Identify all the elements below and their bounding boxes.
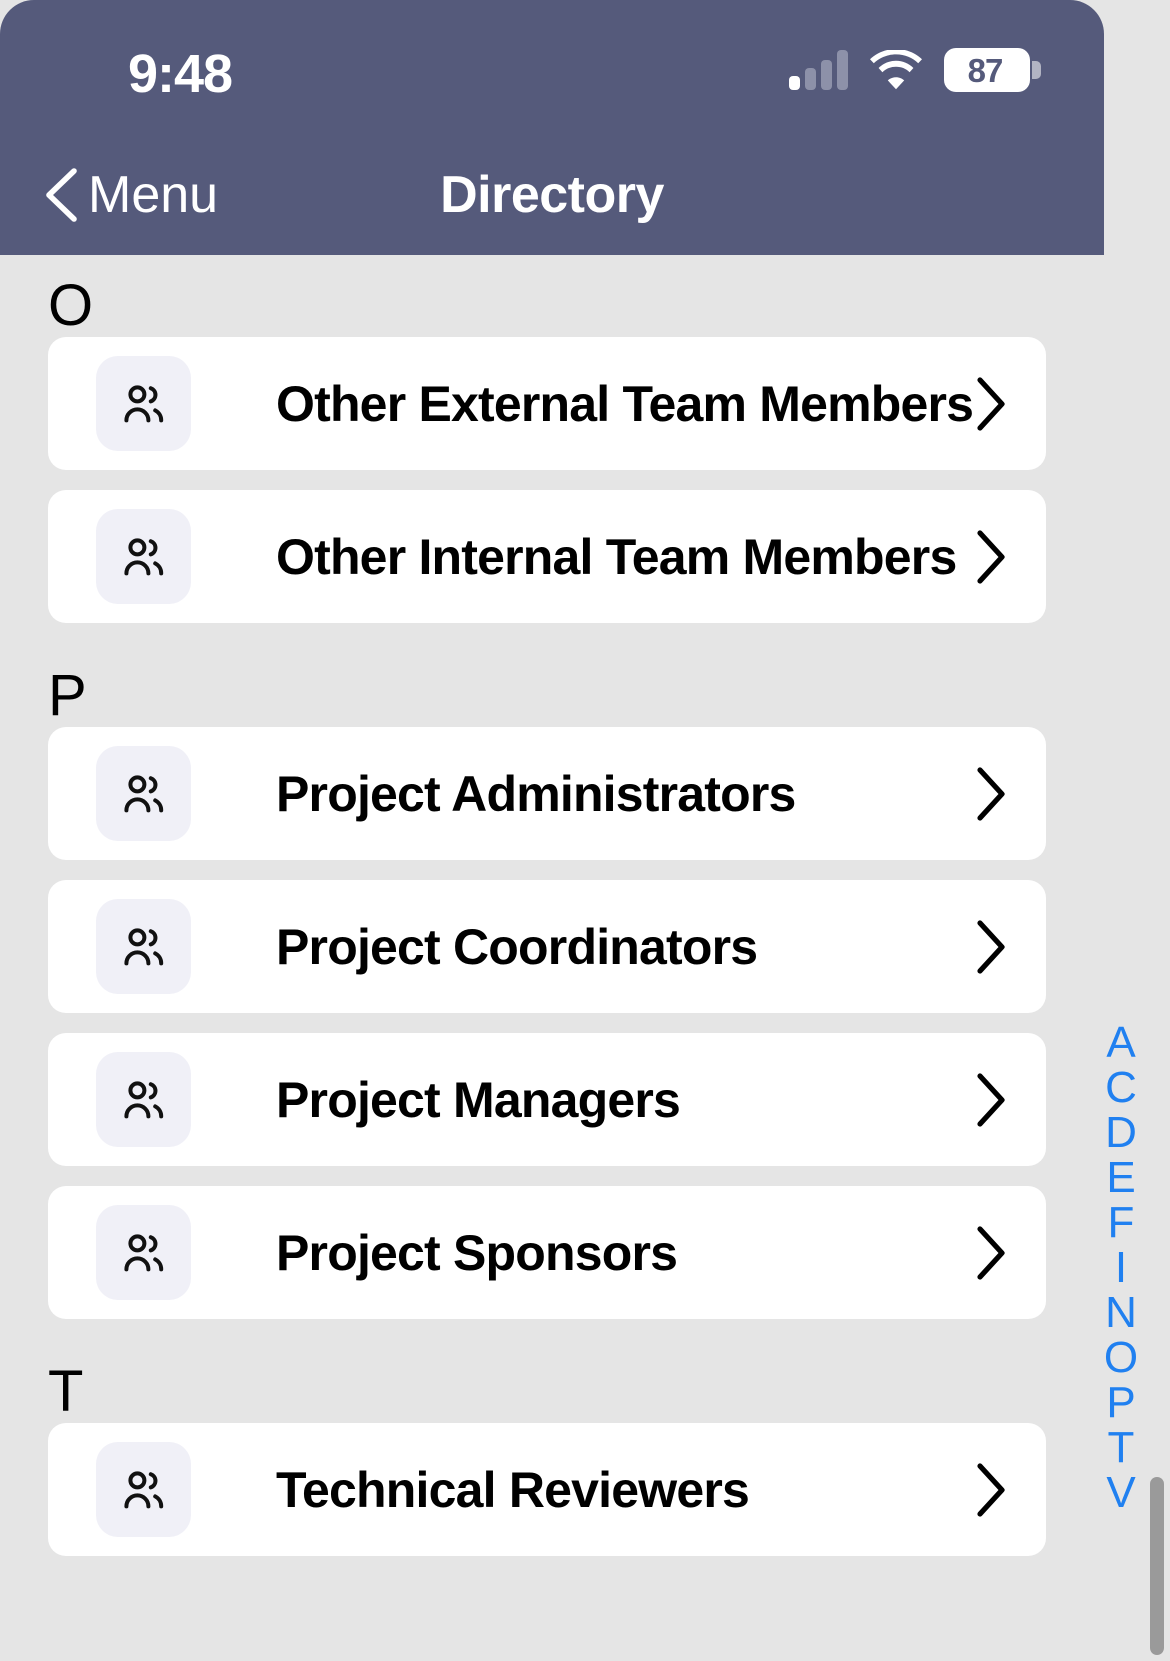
- directory-list-item-label: Project Administrators: [276, 765, 796, 822]
- section-header-t: T: [48, 1359, 84, 1424]
- alphabet-index-letter-o[interactable]: O: [1104, 1335, 1138, 1380]
- alphabet-index-letter-t[interactable]: T: [1108, 1425, 1135, 1470]
- directory-list-item[interactable]: Other External Team Members: [48, 337, 1046, 470]
- alphabet-index-letter-c[interactable]: C: [1105, 1065, 1137, 1110]
- users-icon: [96, 746, 191, 841]
- alphabet-index-letter-e[interactable]: E: [1106, 1155, 1135, 1200]
- users-icon: [96, 1442, 191, 1537]
- users-icon: [96, 1205, 191, 1300]
- alphabet-index-letter-v[interactable]: V: [1106, 1470, 1135, 1515]
- battery-icon: 87: [944, 48, 1041, 92]
- vertical-scrollbar-thumb[interactable]: [1150, 1477, 1164, 1655]
- directory-list-item-label: Project Coordinators: [276, 918, 758, 975]
- users-icon: [96, 1052, 191, 1147]
- users-icon: [96, 509, 191, 604]
- directory-list-item[interactable]: Project Managers: [48, 1033, 1046, 1166]
- chevron-right-icon: [976, 1072, 1008, 1128]
- chevron-right-icon: [976, 1225, 1008, 1281]
- directory-list-item[interactable]: Technical Reviewers: [48, 1423, 1046, 1556]
- alphabet-index-letter-f[interactable]: F: [1108, 1200, 1135, 1245]
- wifi-icon: [870, 50, 922, 90]
- directory-list[interactable]: O Other External Team Members Other Intern…: [0, 255, 1104, 1661]
- directory-list-item-label: Project Sponsors: [276, 1224, 678, 1281]
- status-bar-clock: 9:48: [128, 44, 233, 104]
- phone-screen: 9:48 87 Menu Directory O Other External …: [0, 0, 1170, 1661]
- users-icon: [96, 899, 191, 994]
- directory-list-item-label: Project Managers: [276, 1071, 681, 1128]
- cellular-signal-icon: [789, 50, 848, 90]
- alphabet-index-letter-n[interactable]: N: [1105, 1290, 1137, 1335]
- status-bar-indicators: 87: [789, 48, 1041, 92]
- alphabet-index-letter-i[interactable]: I: [1115, 1245, 1127, 1290]
- alphabet-index-letter-a[interactable]: A: [1106, 1020, 1135, 1065]
- section-header-p: P: [48, 663, 87, 728]
- chevron-right-icon: [976, 529, 1008, 585]
- directory-list-item[interactable]: Other Internal Team Members: [48, 490, 1046, 623]
- nav-row: Menu Directory: [0, 140, 1104, 255]
- navigation-bar: 9:48 87 Menu Directory: [0, 0, 1104, 255]
- alphabet-index-letter-p[interactable]: P: [1106, 1380, 1135, 1425]
- directory-list-item-label: Other Internal Team Members: [276, 528, 957, 585]
- chevron-right-icon: [976, 1462, 1008, 1518]
- directory-list-item[interactable]: Project Administrators: [48, 727, 1046, 860]
- chevron-right-icon: [976, 766, 1008, 822]
- alphabet-index[interactable]: ACDEFINOPTV: [1098, 1020, 1144, 1515]
- chevron-right-icon: [976, 376, 1008, 432]
- chevron-right-icon: [976, 919, 1008, 975]
- section-header-o: O: [48, 273, 94, 338]
- alphabet-index-letter-d[interactable]: D: [1105, 1110, 1137, 1155]
- directory-list-item-label: Technical Reviewers: [276, 1461, 750, 1518]
- battery-percent-label: 87: [967, 51, 1004, 89]
- directory-list-item[interactable]: Project Coordinators: [48, 880, 1046, 1013]
- page-title: Directory: [440, 166, 664, 224]
- status-bar: 9:48 87: [0, 0, 1104, 140]
- directory-list-item[interactable]: Project Sponsors: [48, 1186, 1046, 1319]
- users-icon: [96, 356, 191, 451]
- directory-list-item-label: Other External Team Members: [276, 375, 974, 432]
